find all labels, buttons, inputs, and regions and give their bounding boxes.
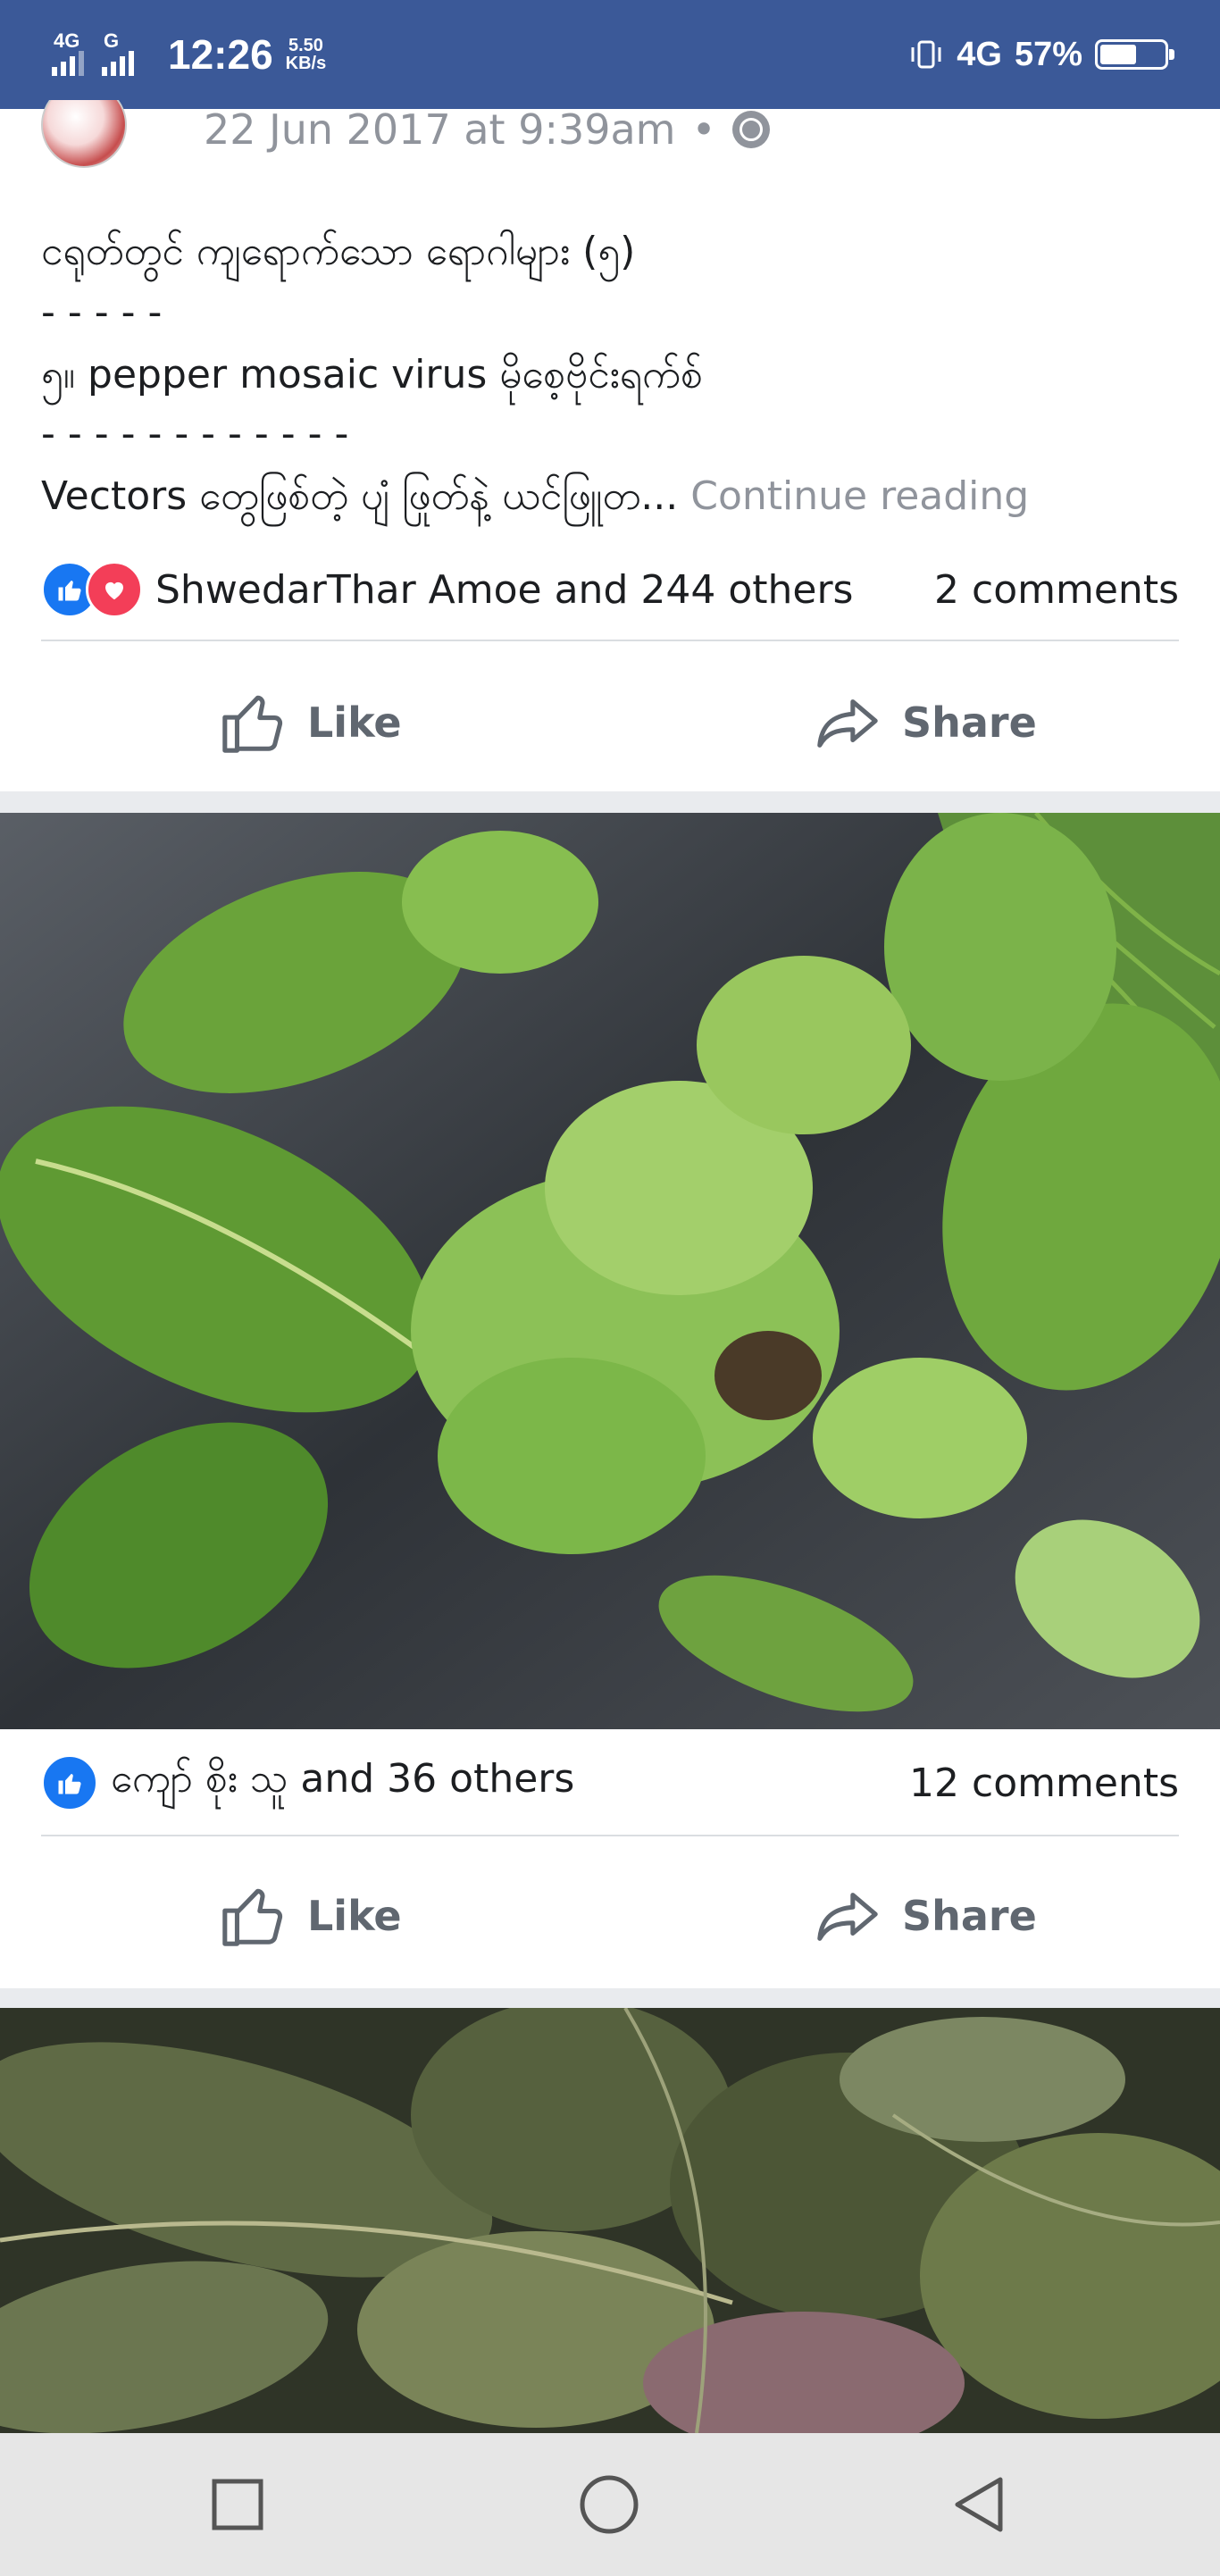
post-timestamp[interactable]: 22 Jun 2017 at 9:39am <box>204 105 675 154</box>
post-text-line-1: ငရုတ်တွင် ကျရောက်သော ရောဂါများ (၅) <box>41 229 636 274</box>
post-photo-diseased-leaves[interactable] <box>0 2008 1220 2433</box>
clock: 12:26 <box>168 31 273 78</box>
battery-percent: 57% <box>1014 35 1082 73</box>
post-photo-pepper-plant[interactable] <box>0 813 1220 1729</box>
like-button-2[interactable]: Like <box>218 1881 402 1951</box>
post-text-line-2: - - - - - <box>41 289 163 335</box>
square-nav-icon[interactable] <box>205 2472 270 2537</box>
meta-separator: • <box>691 105 716 154</box>
post-text-preview: Vectors တွေဖြစ်တဲ့ ပျံ ဖြုတ်နဲ့ ယင်ဖြူတ.… <box>41 473 679 519</box>
like-button[interactable]: Like <box>218 688 402 757</box>
love-icon <box>86 561 143 618</box>
signal-strength-icon: 4G <box>52 29 93 79</box>
like-label: Like <box>307 698 402 747</box>
share-arrow-icon <box>817 699 878 748</box>
status-bar: 4G G 12:26 5.50 KB/s 4G 57% <box>0 0 1220 109</box>
battery-fill <box>1100 45 1136 64</box>
post-meta: 22 Jun 2017 at 9:39am • <box>204 105 770 154</box>
reactions-row[interactable]: ShwedarThar Amoe and 244 others 2 commen… <box>41 557 1179 622</box>
reaction-names[interactable]: ShwedarThar Amoe and 244 others <box>155 567 853 613</box>
network-label-2: G <box>104 29 120 52</box>
circle-nav-icon[interactable] <box>577 2472 641 2537</box>
system-nav-bar <box>0 2433 1220 2576</box>
share-button-2[interactable]: Share <box>813 1881 1037 1951</box>
reactions-row-2[interactable]: ကျော် စိုး သူ and 36 others 12 comments <box>41 1751 1179 1815</box>
divider <box>41 640 1179 641</box>
speed-unit: KB/s <box>285 54 327 73</box>
continue-reading-link[interactable]: Continue reading <box>690 473 1029 519</box>
share-label: Share <box>902 698 1037 747</box>
post-text-line-5: Vectors တွေဖြစ်တဲ့ ပျံ ဖြုတ်နဲ့ ယင်ဖြူတ.… <box>41 472 1029 529</box>
battery-icon <box>1095 39 1174 70</box>
comments-count[interactable]: 2 comments <box>934 567 1179 613</box>
like-icon <box>41 1754 98 1811</box>
pepper-plant-image <box>0 813 1220 1729</box>
reaction-names-2[interactable]: ကျော် စိုး သူ and 36 others <box>111 1754 574 1811</box>
signal-strength-icon-2: G <box>102 29 143 79</box>
share-button[interactable]: Share <box>813 688 1037 757</box>
like-label-2: Like <box>307 1892 402 1940</box>
post-text-line-4: - - - - - - - - - - - - <box>41 411 349 456</box>
globe-icon <box>731 111 770 148</box>
network-type: 4G <box>957 35 1002 73</box>
post-text-line-3: ၅။ pepper mosaic virus မိုစေ့ဗိုင်းရက်စ် <box>41 352 703 397</box>
network-label-1: 4G <box>54 29 80 52</box>
network-speed: 5.50 KB/s <box>286 37 327 72</box>
thumbs-up-icon <box>222 1888 283 1946</box>
share-arrow-icon <box>817 1893 878 1941</box>
triangle-back-icon[interactable] <box>947 2472 1011 2537</box>
avatar[interactable] <box>41 100 127 168</box>
comments-count-2[interactable]: 12 comments <box>909 1761 1179 1806</box>
vibrate-icon <box>911 40 941 69</box>
share-label-2: Share <box>902 1892 1037 1940</box>
diseased-leaves-image <box>0 2008 1220 2433</box>
thumbs-up-icon <box>222 695 283 753</box>
speed-value: 5.50 <box>288 36 323 55</box>
divider-2 <box>41 1835 1179 1836</box>
